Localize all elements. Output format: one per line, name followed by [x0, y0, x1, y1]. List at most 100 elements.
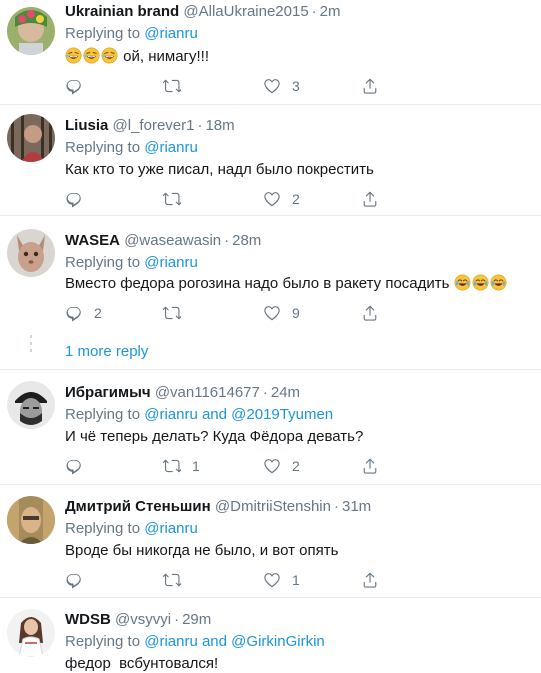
avatar[interactable]: [7, 381, 55, 429]
user-handle[interactable]: @l_forever1: [113, 117, 195, 134]
reply-count: 2: [94, 305, 102, 321]
more-replies-link[interactable]: 1 more reply: [65, 343, 148, 360]
timestamp[interactable]: 24m: [271, 384, 300, 401]
tweet-text: И чё теперь делать? Куда Фёдора девать?: [65, 427, 363, 447]
like-count: 9: [292, 305, 300, 321]
tweet-text: Вместо федора рогозина надо было в ракет…: [65, 274, 508, 294]
tweet-actions: 1: [65, 570, 395, 590]
display-name[interactable]: Ибрагимыч: [65, 384, 151, 401]
timestamp[interactable]: 18m: [205, 117, 234, 134]
display-name[interactable]: Liusia: [65, 117, 108, 134]
share-button[interactable]: [361, 456, 379, 476]
separator-dot: ·: [174, 611, 180, 628]
reply-button[interactable]: [65, 189, 94, 209]
replying-to: Replying to @rianru: [65, 520, 198, 537]
share-button[interactable]: [361, 76, 379, 96]
like-button[interactable]: 3: [263, 76, 300, 96]
joy-emoji: [490, 274, 507, 291]
separator-dot: ·: [262, 384, 268, 401]
retweet-button[interactable]: [163, 189, 192, 209]
like-button[interactable]: 1: [263, 570, 300, 590]
tweet-1[interactable]: Ukrainian brand @AllaUkraine2015 · 2m Repl…: [0, 0, 541, 105]
avatar[interactable]: [7, 229, 55, 277]
tweet-header: Ибрагимыч @van11614677 · 24m: [65, 383, 300, 403]
timestamp[interactable]: 2m: [320, 3, 341, 20]
share-icon: [361, 304, 379, 322]
like-button[interactable]: 2: [263, 456, 300, 476]
mention-link[interactable]: @rianru: [144, 139, 198, 156]
avatar[interactable]: [7, 496, 55, 544]
reply-icon: [65, 190, 83, 208]
retweet-button[interactable]: 1: [163, 456, 200, 476]
tweet-3[interactable]: WASEA @waseawasin · 28m Replying to @rianr…: [0, 217, 541, 370]
mention-link[interactable]: @rianru: [144, 406, 198, 423]
tweet-text-body: Вроде бы никогда не было, и вот опять: [65, 542, 339, 559]
like-button[interactable]: 2: [263, 189, 300, 209]
retweet-button[interactable]: [163, 303, 192, 323]
heart-icon: [263, 77, 281, 95]
tweet-actions: 2: [65, 189, 395, 209]
retweet-button[interactable]: [163, 76, 192, 96]
display-name[interactable]: WDSB: [65, 611, 111, 628]
tweet-actions: 1 2: [65, 456, 395, 476]
tweet-text-body: ой, нимагу!!!: [123, 48, 210, 65]
reply-icon: [65, 304, 83, 322]
reply-button[interactable]: [65, 456, 94, 476]
reply-icon: [65, 457, 83, 475]
separator-dot: ·: [311, 3, 317, 20]
share-icon: [361, 571, 379, 589]
display-name[interactable]: WASEA: [65, 232, 120, 249]
tweet-5[interactable]: Дмитрий Стеньшин @DmitriiStenshin · 31m Re…: [0, 486, 541, 598]
like-count: 1: [292, 572, 300, 588]
mention-link[interactable]: @2019Tyumen: [231, 406, 333, 423]
retweet-icon: [163, 77, 181, 95]
user-handle[interactable]: @van11614677: [155, 384, 260, 401]
like-count: 2: [292, 191, 300, 207]
reply-button[interactable]: 2: [65, 303, 102, 323]
user-handle[interactable]: @vsyvyi: [115, 611, 171, 628]
like-count: 3: [292, 78, 300, 94]
separator-dot: ·: [197, 117, 203, 134]
avatar[interactable]: [7, 114, 55, 162]
timestamp[interactable]: 29m: [182, 611, 211, 628]
mention-link[interactable]: @rianru: [144, 254, 198, 271]
display-name[interactable]: Дмитрий Стеньшин: [65, 498, 211, 515]
retweet-icon: [163, 190, 181, 208]
replying-to: Replying to @rianru and @GirkinGirkin: [65, 633, 325, 650]
tweet-actions: 2 9: [65, 303, 395, 323]
tweet-2[interactable]: Liusia @l_forever1 · 18m Replying to @rian…: [0, 106, 541, 216]
tweet-header: Liusia @l_forever1 · 18m: [65, 116, 235, 136]
user-handle[interactable]: @AllaUkraine2015: [183, 3, 308, 20]
reply-button[interactable]: [65, 76, 94, 96]
mention-link[interactable]: @rianru: [144, 520, 198, 537]
share-button[interactable]: [361, 189, 379, 209]
heart-icon: [263, 457, 281, 475]
tweet-header: WASEA @waseawasin · 28m: [65, 231, 261, 251]
share-icon: [361, 77, 379, 95]
tweet-text-body: Как кто то уже писал, надл было покрести…: [65, 161, 374, 178]
tweet-text: Вроде бы никогда не было, и вот опять: [65, 541, 338, 561]
mention-link[interactable]: @rianru: [144, 633, 198, 650]
reply-icon: [65, 77, 83, 95]
timestamp[interactable]: 31m: [342, 498, 371, 515]
avatar[interactable]: [7, 7, 55, 55]
tweet-4[interactable]: Ибрагимыч @van11614677 · 24m Replying to @…: [0, 371, 541, 485]
user-handle[interactable]: @waseawasin: [124, 232, 221, 249]
joy-emoji: [472, 274, 489, 291]
retweet-count: 1: [192, 458, 200, 474]
retweet-button[interactable]: [163, 570, 192, 590]
display-name[interactable]: Ukrainian brand: [65, 3, 179, 20]
timestamp[interactable]: 28m: [232, 232, 261, 249]
like-button[interactable]: 9: [263, 303, 300, 323]
heart-icon: [263, 190, 281, 208]
reply-button[interactable]: [65, 570, 94, 590]
tweet-text: федор всбунтовался!: [65, 654, 218, 673]
avatar[interactable]: [7, 609, 55, 657]
user-handle[interactable]: @DmitriiStenshin: [215, 498, 331, 515]
mention-link[interactable]: @rianru: [144, 25, 198, 42]
tweet-6[interactable]: WDSB @vsyvyi · 29m Replying to @rianru and…: [0, 599, 541, 673]
share-button[interactable]: [361, 570, 379, 590]
share-button[interactable]: [361, 303, 379, 323]
mention-link[interactable]: @GirkinGirkin: [231, 633, 325, 650]
separator-dot: ·: [224, 232, 230, 249]
